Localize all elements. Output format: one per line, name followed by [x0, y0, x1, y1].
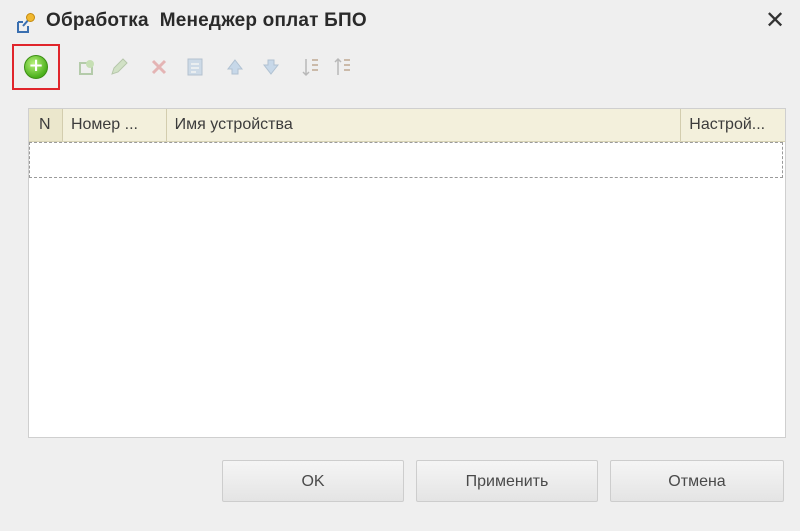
copy-button[interactable] — [72, 50, 102, 84]
pencil-icon — [111, 58, 128, 75]
post-button[interactable] — [180, 50, 210, 84]
add-button[interactable]: + — [12, 44, 60, 90]
delete-button[interactable] — [144, 50, 174, 84]
cancel-button[interactable]: Отмена — [610, 460, 784, 502]
devices-table[interactable]: N Номер ... Имя устройства Настрой... — [28, 108, 786, 438]
document-icon — [187, 58, 203, 76]
add-circle-icon: + — [24, 55, 48, 79]
column-header-device-name[interactable]: Имя устройства — [167, 109, 682, 141]
copy-icon — [79, 60, 94, 75]
sort-ascending-icon — [302, 59, 318, 77]
up-icon — [226, 59, 244, 75]
column-header-number[interactable]: Номер ... — [63, 109, 167, 141]
down-icon — [262, 59, 280, 75]
sort-descending-icon — [334, 57, 350, 75]
column-header-settings[interactable]: Настрой... — [681, 109, 785, 141]
sort-asc-button[interactable] — [296, 50, 326, 84]
dialog-window: Обработка Менеджер оплат БПО ✕ + N Номер… — [0, 0, 800, 531]
move-up-button[interactable] — [220, 50, 250, 84]
sort-desc-button[interactable] — [328, 50, 358, 84]
ok-button[interactable]: OK — [222, 460, 404, 502]
delete-x-icon — [151, 59, 167, 75]
edit-button[interactable] — [104, 50, 134, 84]
title-bar: Обработка Менеджер оплат БПО ✕ — [0, 0, 800, 44]
table-row[interactable] — [29, 142, 783, 178]
apply-button[interactable]: Применить — [416, 460, 598, 502]
move-down-button[interactable] — [256, 50, 286, 84]
toolbar: + — [12, 44, 572, 90]
processing-icon — [17, 13, 35, 33]
window-title: Обработка Менеджер оплат БПО — [46, 10, 367, 31]
column-header-n[interactable]: N — [29, 109, 63, 141]
table-header: N Номер ... Имя устройства Настрой... — [29, 109, 785, 142]
close-button[interactable]: ✕ — [762, 8, 788, 34]
